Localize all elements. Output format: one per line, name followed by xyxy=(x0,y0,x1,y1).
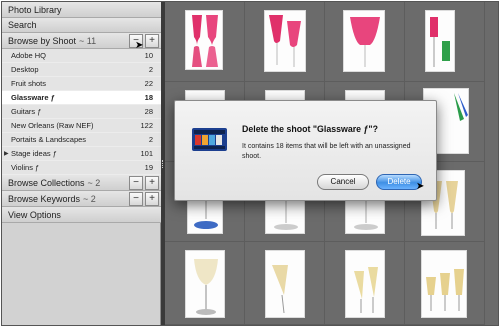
search-header[interactable]: Search xyxy=(2,18,161,33)
remove-collection-button[interactable]: − xyxy=(129,176,143,190)
shoot-label: Violins ƒ xyxy=(11,163,40,172)
photo-library-window: Photo Library Search Browse by Shoot ~ 1… xyxy=(1,1,499,326)
shoot-item[interactable]: Fruit shots 22 xyxy=(2,77,161,91)
shoot-label: New Orleans (Raw NEF) xyxy=(11,121,94,130)
browse-collections-header[interactable]: Browse Collections ~ 2 − + xyxy=(2,175,161,191)
sidebar: Photo Library Search Browse by Shoot ~ 1… xyxy=(2,2,161,325)
shoot-count: 22 xyxy=(144,79,153,88)
mouse-pointer-icon: ➤ xyxy=(416,181,425,192)
photo-library-label: Photo Library xyxy=(8,4,62,15)
add-collection-button[interactable]: + xyxy=(145,176,159,190)
thumbnail-cell[interactable] xyxy=(405,2,485,82)
shoot-label: Guitars ƒ xyxy=(11,107,42,116)
shoot-label: Stage ideas ƒ xyxy=(11,149,57,158)
thumbnail-cell[interactable] xyxy=(245,2,325,82)
shoot-label: Glassware ƒ xyxy=(11,93,55,102)
browse-collections-count: ~ 2 xyxy=(87,177,101,188)
thumbnail-cell[interactable] xyxy=(165,2,245,82)
glassware-thumbnail xyxy=(425,10,455,72)
glassware-thumbnail xyxy=(185,250,225,318)
shoot-label: Fruit shots xyxy=(11,79,47,88)
thumbnail-cell[interactable] xyxy=(405,242,485,325)
thumbnail-cell[interactable] xyxy=(165,242,245,325)
shoot-count: 2 xyxy=(148,135,153,144)
shoot-item[interactable]: Portaits & Landscapes 2 xyxy=(2,133,161,147)
browse-collections-label: Browse Collections xyxy=(8,177,85,188)
glassware-thumbnail xyxy=(185,10,223,70)
shoot-count: 18 xyxy=(144,93,153,102)
shoot-count: 122 xyxy=(140,121,153,130)
disclosure-triangle-icon[interactable]: ▶ xyxy=(4,150,9,157)
shoot-item[interactable]: Violins ƒ 19 xyxy=(2,161,161,175)
shoot-count: 101 xyxy=(140,149,153,158)
view-options-label: View Options xyxy=(8,209,61,220)
shoot-count: 10 xyxy=(144,51,153,60)
glassware-thumbnail xyxy=(345,250,385,318)
thumbnail-cell[interactable] xyxy=(325,2,405,82)
splitter-grip-icon xyxy=(162,160,164,168)
dialog-title: Delete the shoot "Glassware ƒ"? xyxy=(242,124,378,134)
search-label: Search xyxy=(8,20,37,30)
photo-library-header[interactable]: Photo Library xyxy=(2,2,161,18)
glassware-thumbnail xyxy=(264,10,306,72)
shoot-label: Adobe HQ xyxy=(11,51,47,60)
delete-shoot-dialog: Delete the shoot "Glassware ƒ"? It conta… xyxy=(174,100,437,201)
shoot-count: 19 xyxy=(144,163,153,172)
browse-keywords-count: ~ 2 xyxy=(83,193,96,204)
browse-by-shoot-label: Browse by Shoot xyxy=(8,35,77,46)
browse-by-shoot-count: ~ 11 xyxy=(79,35,97,46)
glassware-thumbnail xyxy=(343,10,385,72)
thumbnail-cell[interactable] xyxy=(325,242,405,325)
shoot-label: Portaits & Landscapes xyxy=(11,135,87,144)
browse-by-shoot-header[interactable]: Browse by Shoot ~ 11 − + ➤ xyxy=(2,33,161,51)
shoot-item[interactable]: Desktop 2 xyxy=(2,63,161,77)
shoot-item-selected[interactable]: Glassware ƒ 18 xyxy=(2,91,161,105)
thumbnail-cell[interactable] xyxy=(245,242,325,325)
add-keyword-button[interactable]: + xyxy=(145,192,159,206)
shoot-label: Desktop xyxy=(11,65,39,74)
cancel-button[interactable]: Cancel xyxy=(317,174,369,190)
browse-keywords-header[interactable]: Browse Keywords ~ 2 − + xyxy=(2,191,161,207)
glassware-thumbnail xyxy=(265,250,305,318)
shoot-item[interactable]: Guitars ƒ 28 xyxy=(2,105,161,119)
browse-keywords-label: Browse Keywords xyxy=(8,193,81,204)
glassware-thumbnail xyxy=(421,250,467,318)
shoot-item[interactable]: ▶ Stage ideas ƒ 101 xyxy=(2,147,161,161)
shoot-count: 2 xyxy=(148,65,153,74)
film-strip-app-icon xyxy=(192,126,227,153)
add-shoot-button[interactable]: + xyxy=(145,34,159,48)
dialog-message: It contains 18 items that will be left w… xyxy=(242,143,411,160)
shoot-item[interactable]: Adobe HQ 10 xyxy=(2,49,161,63)
shoot-count: 28 xyxy=(144,107,153,116)
view-options-header[interactable]: View Options xyxy=(2,207,161,223)
shoot-item[interactable]: New Orleans (Raw NEF) 122 xyxy=(2,119,161,133)
remove-keyword-button[interactable]: − xyxy=(129,192,143,206)
